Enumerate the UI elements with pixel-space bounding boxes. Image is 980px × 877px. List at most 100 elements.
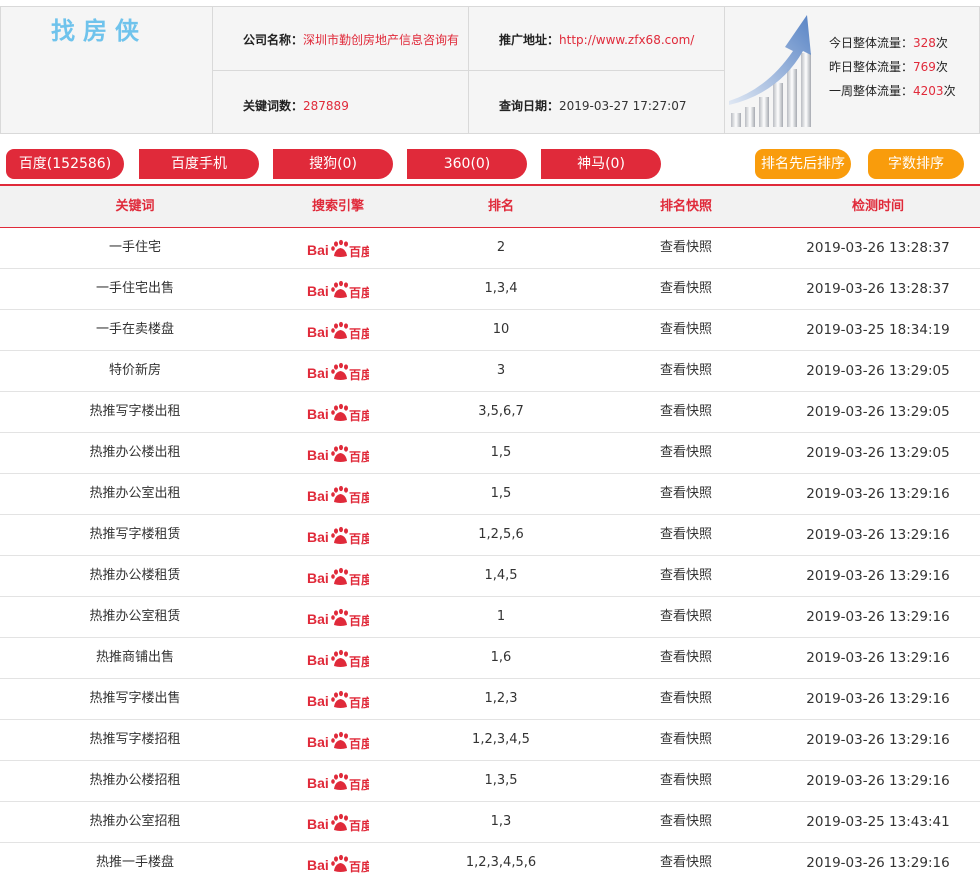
svg-text:百度: 百度 [349,490,369,505]
engine-cell: Bai 百度 [270,310,406,350]
svg-text:Bai: Bai [307,324,329,340]
svg-text:百度: 百度 [349,777,369,792]
sort-by-length-button[interactable]: 字数排序 [868,149,964,179]
svg-text:百度: 百度 [349,244,369,259]
keyword-cell: 热推一手楼盘 [95,855,174,870]
snapshot-link[interactable]: 查看快照 [596,802,776,842]
snapshot-link[interactable]: 查看快照 [596,474,776,514]
snapshot-link[interactable]: 查看快照 [596,556,776,596]
table-row: 特价新房 Bai 百度 3 查看快照 2019-03-26 13:29:05 [0,351,980,392]
baidu-logo-icon: Bai 百度 [307,485,369,505]
baidu-logo-icon: Bai 百度 [307,731,369,751]
table-row: 一手在卖楼盘 Bai 百度 10 查看快照 2019-03-25 18:34:1… [0,310,980,351]
company-cell: 公司名称：深圳市勤创房地产信息咨询有 [213,7,469,71]
week-traffic: 一周整体流量：4203次 [829,84,956,98]
table-row: 热推写字楼租赁 Bai 百度 1,2,5,6 查看快照 2019-03-26 1… [0,515,980,556]
table-row: 热推办公楼出租 Bai 百度 1,5 查看快照 2019-03-26 13:29… [0,433,980,474]
rank-cell: 1,3 [490,814,512,829]
svg-text:Bai: Bai [307,447,329,463]
svg-text:百度: 百度 [349,326,369,341]
svg-text:百度: 百度 [349,613,369,628]
promo-url-link[interactable]: http://www.zfx68.com/ [559,33,694,47]
snapshot-link[interactable]: 查看快照 [596,679,776,719]
snapshot-link[interactable]: 查看快照 [596,433,776,473]
svg-text:百度: 百度 [349,449,369,464]
snapshot-link[interactable]: 查看快照 [596,351,776,391]
traffic-stats-cell: 今日整体流量：328次 昨日整体流量：769次 一周整体流量：4203次 [725,7,979,133]
snapshot-link[interactable]: 查看快照 [596,269,776,309]
svg-text:Bai: Bai [307,570,329,586]
site-logo[interactable]: 找房侠 [51,11,147,46]
traffic-stats-list: 今日整体流量：328次 昨日整体流量：769次 一周整体流量：4203次 [829,31,956,103]
keyword-cell: 特价新房 [108,363,161,378]
time-cell: 2019-03-26 13:29:16 [806,609,950,625]
svg-text:百度: 百度 [349,695,369,710]
keyword-cell: 一手住宅 [108,240,161,255]
keyword-cell: 一手住宅出售 [95,281,174,296]
baidu-logo-icon: Bai 百度 [307,239,369,259]
tab-shenma[interactable]: 神马(0) [541,149,661,179]
keyword-cell: 热推办公室招租 [89,814,181,829]
keyword-cell: 热推办公室出租 [89,486,181,501]
baidu-logo-icon: Bai 百度 [307,444,369,464]
header-snapshot: 排名快照 [659,199,712,214]
svg-text:Bai: Bai [307,365,329,381]
rank-cell: 1,6 [490,650,512,665]
engine-cell: Bai 百度 [270,720,406,760]
time-cell: 2019-03-26 13:29:16 [806,650,950,666]
baidu-logo-icon: Bai 百度 [307,854,369,874]
svg-text:Bai: Bai [307,283,329,299]
engine-cell: Bai 百度 [270,556,406,596]
baidu-logo-icon: Bai 百度 [307,772,369,792]
snapshot-link[interactable]: 查看快照 [596,228,776,268]
keyword-rank-table: 关键词 搜索引擎 排名 排名快照 检测时间 一手住宅 Bai 百度 2 查看快照… [0,186,980,877]
engine-cell: Bai 百度 [270,761,406,801]
keyword-cell: 热推写字楼租赁 [89,527,181,542]
snapshot-link[interactable]: 查看快照 [596,597,776,637]
time-cell: 2019-03-25 13:43:41 [806,814,950,830]
tab-360[interactable]: 360(0) [407,149,527,179]
keyword-cell: 热推写字楼招租 [89,732,181,747]
baidu-logo-icon: Bai 百度 [307,813,369,833]
keywords-cell: 关键词数：287889 [213,71,469,133]
engine-cell: Bai 百度 [270,269,406,309]
svg-text:Bai: Bai [307,611,329,627]
baidu-logo-icon: Bai 百度 [307,526,369,546]
tab-baidu-mobile[interactable]: 百度手机(135303) [139,149,259,202]
baidu-logo-icon: Bai 百度 [307,280,369,300]
rank-cell: 1,2,5,6 [478,527,524,542]
svg-text:百度: 百度 [349,736,369,751]
svg-text:百度: 百度 [349,367,369,382]
time-cell: 2019-03-26 13:28:37 [806,281,950,297]
snapshot-link[interactable]: 查看快照 [596,761,776,801]
keyword-cell: 热推办公楼出租 [89,445,181,460]
yesterday-traffic: 昨日整体流量：769次 [829,60,948,74]
snapshot-link[interactable]: 查看快照 [596,392,776,432]
snapshot-link[interactable]: 查看快照 [596,638,776,678]
snapshot-link[interactable]: 查看快照 [596,720,776,760]
baidu-logo-icon: Bai 百度 [307,690,369,710]
tab-baidu[interactable]: 百度(152586) [6,149,124,179]
svg-text:百度: 百度 [349,818,369,833]
snapshot-link[interactable]: 查看快照 [596,515,776,555]
rank-cell: 1,5 [490,486,512,501]
sort-by-rank-button[interactable]: 排名先后排序 [755,149,851,179]
rank-cell: 1,2,3,4,5 [472,732,530,747]
engine-cell: Bai 百度 [270,843,406,877]
svg-text:百度: 百度 [349,859,369,874]
snapshot-link[interactable]: 查看快照 [596,310,776,350]
table-row: 一手住宅出售 Bai 百度 1,3,4 查看快照 2019-03-26 13:2… [0,269,980,310]
time-cell: 2019-03-26 13:29:16 [806,732,950,748]
time-cell: 2019-03-26 13:28:37 [806,240,950,256]
time-cell: 2019-03-26 13:29:16 [806,691,950,707]
table-row: 热推办公室招租 Bai 百度 1,3 查看快照 2019-03-25 13:43… [0,802,980,843]
rank-cell: 1,3,4 [484,281,518,296]
time-cell: 2019-03-26 13:29:16 [806,568,950,584]
keyword-cell: 热推办公楼招租 [89,773,181,788]
time-cell: 2019-03-26 13:29:16 [806,527,950,543]
svg-text:Bai: Bai [307,693,329,709]
engine-cell: Bai 百度 [270,638,406,678]
snapshot-link[interactable]: 查看快照 [596,843,776,877]
tab-sogou[interactable]: 搜狗(0) [273,149,393,179]
header-rank: 排名 [487,199,514,214]
